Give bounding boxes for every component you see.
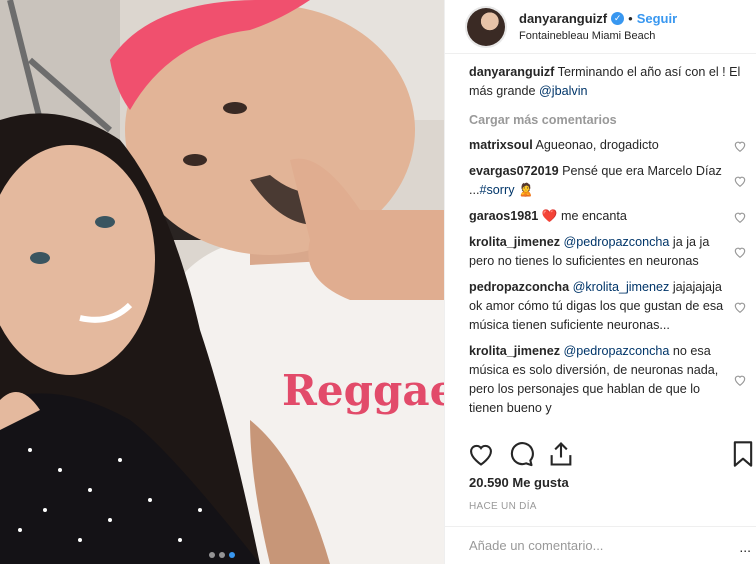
header-separator: •	[628, 11, 633, 26]
load-more-comments-button[interactable]: Cargar más comentarios	[469, 111, 751, 130]
carousel-dot-active	[229, 552, 235, 558]
save-bookmark-icon[interactable]	[729, 440, 756, 468]
post-photo[interactable]: Reggae	[0, 0, 444, 564]
shirt-print-text: Reggae	[282, 366, 444, 415]
caption-username[interactable]: danyaranguizf	[469, 65, 554, 79]
post-actions	[467, 440, 756, 470]
comment-username[interactable]: garaos1981	[469, 209, 538, 223]
carousel-dot	[219, 552, 225, 558]
comment-mention[interactable]: @pedropazconcha	[564, 344, 670, 358]
comment-mention[interactable]: @pedropazconcha	[564, 235, 670, 249]
likes-count[interactable]: 20.590 Me gusta	[469, 475, 569, 490]
comment-item: matrixsoul Agueonao, drogadicto	[469, 136, 751, 155]
comment-like-icon[interactable]	[733, 373, 747, 387]
comment-mention[interactable]: @krolita_jimenez	[573, 280, 670, 294]
caption-mention[interactable]: @jbalvin	[539, 84, 588, 98]
post-side-panel: danyaranguizf ✓ • Seguir Fontainebleau M…	[444, 0, 756, 564]
more-options-icon[interactable]: ...	[739, 539, 751, 555]
share-upload-icon[interactable]	[547, 440, 575, 468]
comment-bubble-icon[interactable]	[507, 440, 535, 468]
comment-item: pedropazconcha @krolita_jimenez jajajaja…	[469, 278, 751, 335]
comment-username[interactable]: pedropazconcha	[469, 280, 569, 294]
comment-item: krolita_jimenez @pedropazconcha no esa m…	[469, 342, 751, 418]
post-caption: danyaranguizf Terminando el año así con …	[469, 63, 751, 101]
location-link[interactable]: Fontainebleau Miami Beach	[519, 30, 677, 42]
carousel-dot	[209, 552, 215, 558]
comment-emoji: ❤️	[541, 209, 558, 223]
comment-text: me encanta	[557, 209, 627, 223]
comment-emoji: 🙎	[518, 183, 534, 197]
comment-like-icon[interactable]	[733, 245, 747, 259]
comment-like-icon[interactable]	[733, 139, 747, 153]
comment-text: Agueonao, drogadicto	[532, 138, 659, 152]
add-comment-input[interactable]	[469, 538, 719, 553]
comment-like-icon[interactable]	[733, 174, 747, 188]
comment-username[interactable]: krolita_jimenez	[469, 344, 560, 358]
comment-username[interactable]: evargas072019	[469, 164, 559, 178]
add-comment-bar: ...	[445, 526, 756, 564]
follow-button[interactable]: Seguir	[637, 11, 677, 26]
comment-hashtag[interactable]: #sorry	[480, 183, 515, 197]
header-username[interactable]: danyaranguizf	[519, 11, 607, 26]
comment-item: evargas072019 Pensé que era Marcelo Díaz…	[469, 162, 751, 200]
photo-illustration: Reggae	[0, 0, 444, 564]
carousel-indicator	[0, 552, 444, 558]
comment-username[interactable]: krolita_jimenez	[469, 235, 560, 249]
comment-item: garaos1981 ❤️ me encanta	[469, 207, 751, 226]
avatar[interactable]	[465, 5, 507, 48]
verified-badge-icon: ✓	[611, 12, 625, 25]
comments-list[interactable]: danyaranguizf Terminando el año así con …	[469, 63, 751, 431]
post-header: danyaranguizf ✓ • Seguir Fontainebleau M…	[445, 0, 756, 54]
comment-like-icon[interactable]	[733, 210, 747, 224]
comment-like-icon[interactable]	[733, 300, 747, 314]
post-timestamp: HACE UN DÍA	[469, 501, 537, 512]
comment-item: krolita_jimenez @pedropazconcha ja ja ja…	[469, 233, 751, 271]
comment-username[interactable]: matrixsoul	[469, 138, 533, 152]
like-heart-icon[interactable]	[467, 440, 495, 468]
